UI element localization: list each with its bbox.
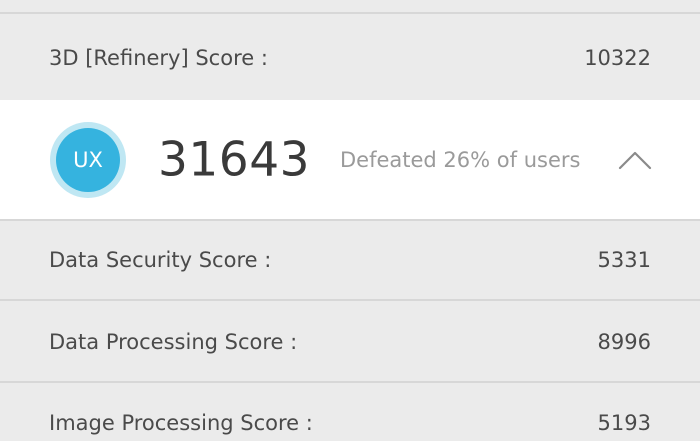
score-value: 10322 [584,46,651,70]
score-value: 8996 [597,330,651,354]
ux-score-card[interactable]: UX 31643 Defeated 26% of users [0,100,700,221]
score-row-refinery: 3D [Refinery] Score : 10322 [0,16,700,100]
score-label: Data Processing Score : [49,330,298,354]
score-value: 5331 [597,248,651,272]
ux-defeated-text: Defeated 26% of users [340,147,581,172]
score-value: 5193 [597,411,651,435]
score-label: 3D [Refinery] Score : [49,46,268,70]
previous-row-edge [0,0,700,14]
chevron-up-icon [618,151,652,170]
collapse-toggle-button[interactable] [616,144,654,174]
score-label: Data Security Score : [49,248,272,272]
ux-badge: UX [56,128,120,192]
score-row-image-processing: Image Processing Score : 5193 [0,385,700,441]
score-row-data-security: Data Security Score : 5331 [0,221,700,301]
score-label: Image Processing Score : [49,411,313,435]
ux-total-score: 31643 [158,132,311,187]
score-row-data-processing: Data Processing Score : 8996 [0,303,700,383]
